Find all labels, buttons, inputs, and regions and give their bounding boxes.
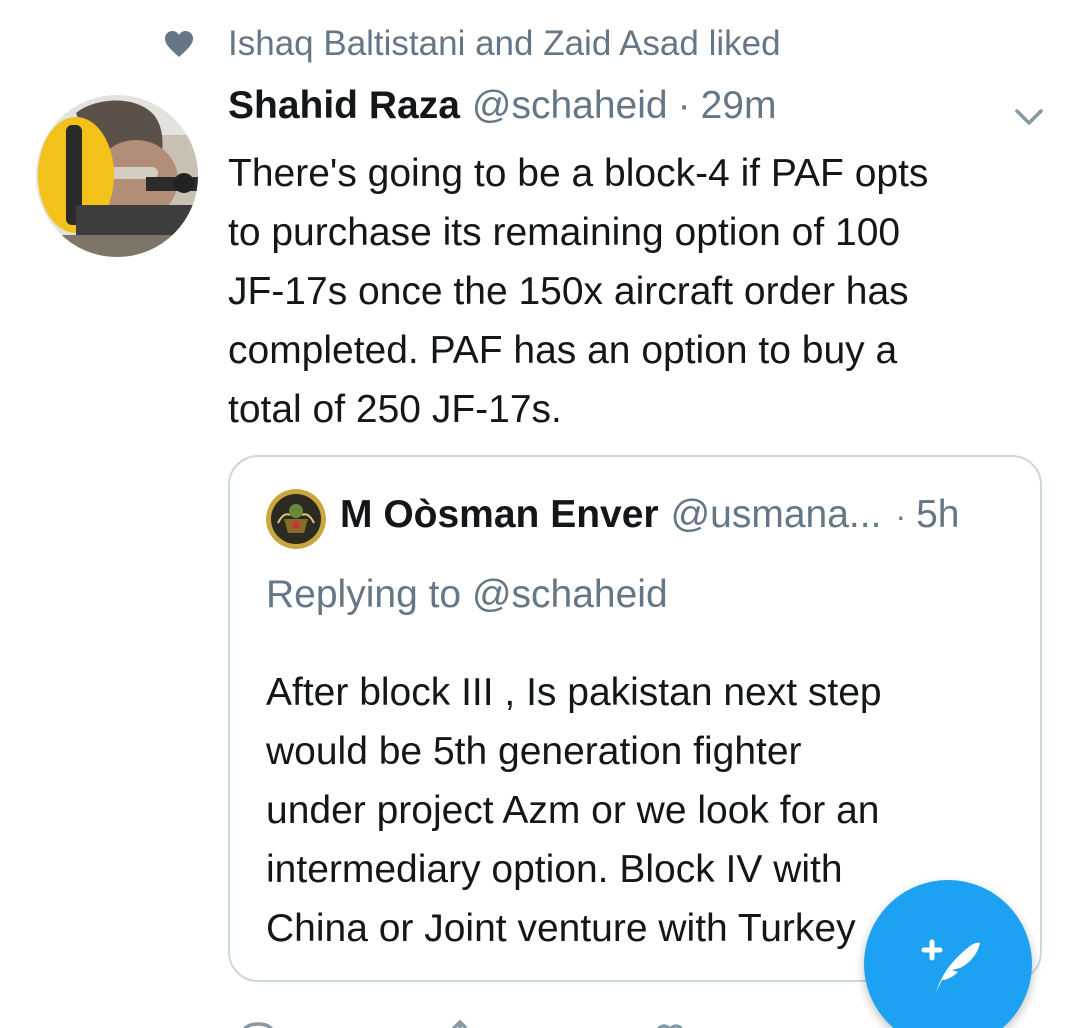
retweet-icon[interactable] bbox=[446, 1018, 486, 1028]
quoted-author-name[interactable]: M Oòsman Enver bbox=[340, 493, 659, 537]
header-separator: · bbox=[677, 84, 691, 127]
chevron-down-icon[interactable] bbox=[1012, 102, 1046, 132]
tweet-action-bar bbox=[228, 1018, 828, 1028]
quoted-tweet-timestamp[interactable]: 5h bbox=[916, 493, 959, 537]
quoted-author-avatar[interactable] bbox=[266, 489, 326, 549]
replying-to-text[interactable]: Replying to @schaheid bbox=[266, 573, 668, 617]
heart-icon bbox=[162, 27, 196, 61]
tweet-header: Shahid Raza @schaheid · 29m bbox=[228, 84, 1038, 144]
compose-tweet-icon bbox=[908, 922, 988, 1007]
social-context: Ishaq Baltistani and Zaid Asad liked bbox=[162, 22, 781, 66]
quoted-header-separator: · bbox=[895, 498, 907, 534]
author-handle[interactable]: @schaheid bbox=[472, 84, 668, 128]
like-icon[interactable] bbox=[650, 1018, 690, 1028]
tweet-body[interactable]: Shahid Raza @schaheid · 29m There's goin… bbox=[228, 84, 1038, 439]
tweet-text: There's going to be a block-4 if PAF opt… bbox=[228, 152, 929, 431]
tweet-screen: Ishaq Baltistani and Zaid Asad liked Sha… bbox=[0, 0, 1080, 1028]
author-avatar[interactable] bbox=[36, 95, 198, 257]
social-context-text: Ishaq Baltistani and Zaid Asad liked bbox=[228, 24, 781, 63]
quoted-author-handle[interactable]: @usmana... bbox=[671, 493, 882, 537]
author-name[interactable]: Shahid Raza bbox=[228, 84, 460, 128]
reply-icon[interactable] bbox=[238, 1018, 278, 1028]
quoted-tweet-header: M Oòsman Enver @usmana... · 5h bbox=[340, 493, 959, 537]
tweet-timestamp[interactable]: 29m bbox=[701, 84, 777, 128]
